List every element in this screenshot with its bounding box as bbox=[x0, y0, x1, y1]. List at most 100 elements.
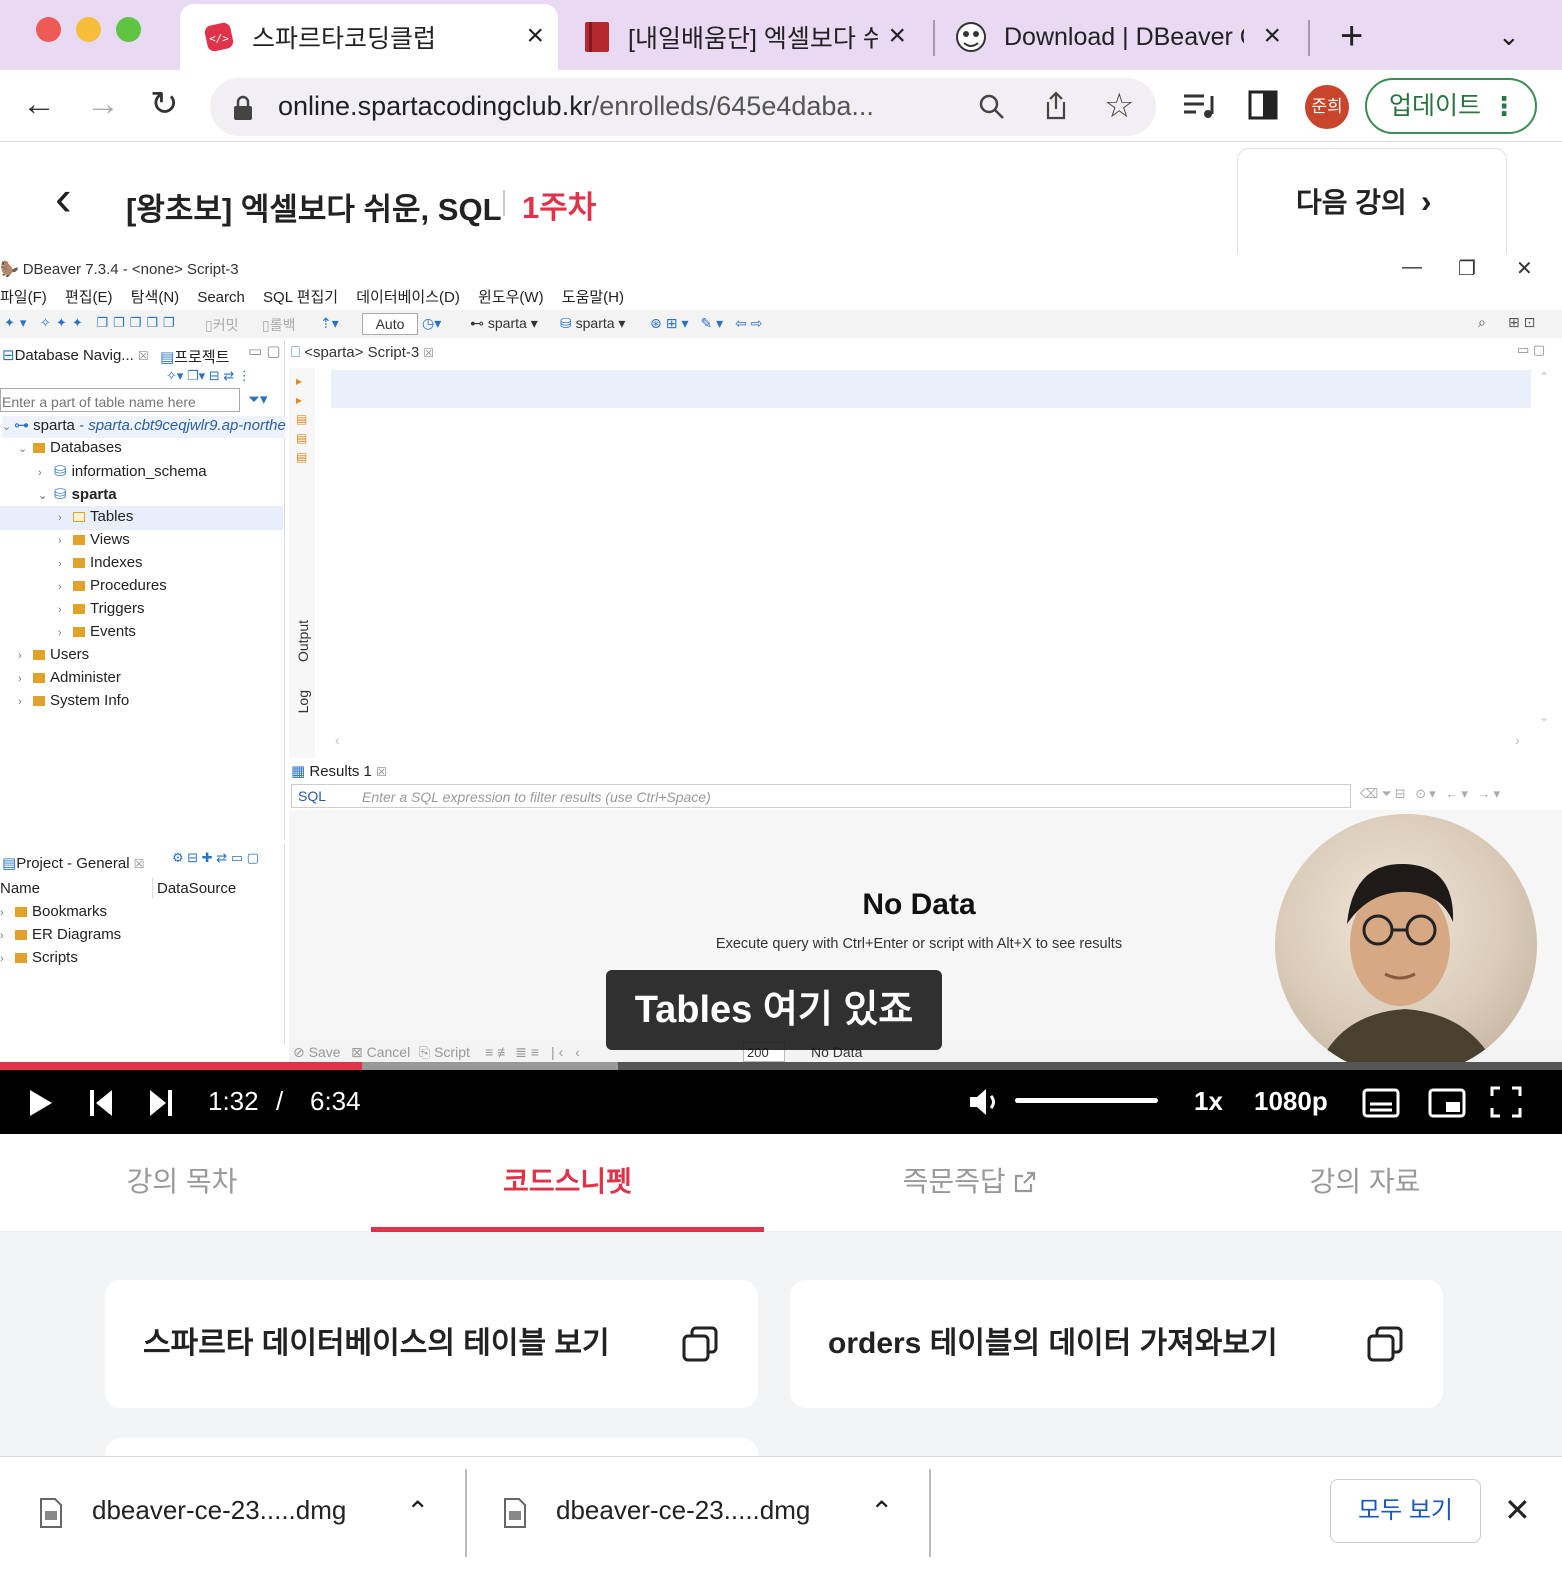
search-icon[interactable]: ⌕ bbox=[1478, 314, 1486, 331]
nav-toolbar-icons[interactable]: ✧▾ ❐▾ ⊟ ⇄ ⋮ bbox=[166, 368, 251, 384]
back-chevron-icon[interactable]: ‹ bbox=[55, 170, 72, 226]
close-icon[interactable]: ☒ bbox=[423, 346, 434, 360]
close-tab-icon[interactable]: × bbox=[888, 18, 906, 54]
share-icon[interactable] bbox=[1042, 90, 1070, 122]
menu-sql-editor[interactable]: SQL 편집기 bbox=[263, 289, 338, 306]
tab-results-1[interactable]: ▦ Results 1 ☒ bbox=[291, 762, 387, 780]
menu-search[interactable]: Search bbox=[197, 289, 245, 306]
close-icon[interactable]: ✕ bbox=[1516, 256, 1533, 281]
next-icon[interactable] bbox=[148, 1088, 174, 1118]
picture-in-picture-icon[interactable] bbox=[1428, 1088, 1466, 1118]
tree-users[interactable]: › Users bbox=[18, 646, 89, 668]
video-player[interactable]: 🦫 DBeaver 7.3.4 - <none> Script-3 — ❐ ✕ 파… bbox=[0, 254, 1562, 1134]
menu-help[interactable]: 도움말(H) bbox=[562, 289, 624, 306]
fullscreen-icon[interactable] bbox=[1490, 1086, 1522, 1118]
new-tab-icon[interactable]: + bbox=[1340, 14, 1363, 58]
menu-database[interactable]: 데이터베이스(D) bbox=[356, 289, 460, 306]
tree-administer[interactable]: › Administer bbox=[18, 669, 121, 691]
download-item[interactable]: dbeaver-ce-23.....dmg bbox=[556, 1495, 810, 1526]
bookmark-star-icon[interactable]: ☆ bbox=[1104, 86, 1134, 126]
search-icon[interactable] bbox=[978, 93, 1006, 121]
close-icon[interactable]: ✕ bbox=[1504, 1491, 1531, 1529]
chevron-up-icon[interactable]: ⌃ bbox=[406, 1495, 429, 1528]
tab-lecture-toc[interactable]: 강의 목차 bbox=[0, 1160, 364, 1200]
close-icon[interactable]: ☒ bbox=[134, 857, 145, 871]
side-panel-icon[interactable] bbox=[1248, 90, 1278, 120]
scroll-right-icon[interactable]: › bbox=[1515, 732, 1520, 748]
volume-slider[interactable] bbox=[1015, 1098, 1158, 1103]
snippet-card[interactable]: orders 테이블의 데이터 가져와보기 bbox=[790, 1280, 1443, 1408]
history-icon[interactable]: ◷▾ bbox=[422, 315, 441, 332]
volume-icon[interactable] bbox=[968, 1086, 1002, 1118]
menu-window[interactable]: 윈도우(W) bbox=[478, 289, 544, 306]
tree-db-sparta[interactable]: ⌄ ⛁ sparta bbox=[38, 485, 117, 507]
results-toolbar-icons[interactable]: ⌫⏷⊟ ⊙▾ ←▾ →▾ bbox=[1360, 786, 1503, 802]
more-vert-icon[interactable]: ⋮ bbox=[1491, 80, 1517, 132]
rollback-button[interactable]: ▯롤백 bbox=[262, 315, 295, 335]
minimize-icon[interactable]: — bbox=[1402, 256, 1422, 279]
maximize-window-icon[interactable] bbox=[116, 17, 141, 42]
toolbar-icons[interactable]: ✦▾ ✧✦✦ ❐❐❐❐❐ bbox=[4, 315, 180, 331]
tab-code-snippet[interactable]: 코드스니펫 bbox=[371, 1160, 764, 1200]
scroll-down-icon[interactable]: ⌄ bbox=[1539, 710, 1549, 724]
copy-icon[interactable] bbox=[1367, 1326, 1403, 1362]
tab-project[interactable]: ▤프로젝트 bbox=[160, 346, 229, 367]
reading-list-icon[interactable] bbox=[1182, 90, 1216, 122]
column-datasource[interactable]: DataSource bbox=[157, 880, 236, 897]
log-tab[interactable]: Log bbox=[295, 690, 311, 713]
table-filter-input[interactable] bbox=[0, 388, 240, 412]
toolbar-icons-right[interactable]: ⊛⊞▾ ✎▾ ⇦⇨ bbox=[650, 315, 767, 332]
tree-indexes[interactable]: › Indexes bbox=[58, 554, 143, 576]
output-tab[interactable]: Output bbox=[295, 620, 311, 662]
tab-database-navigator[interactable]: ⊟Database Navig... ☒ bbox=[2, 346, 149, 364]
previous-icon[interactable] bbox=[88, 1088, 114, 1118]
menu-navigate[interactable]: 탐색(N) bbox=[131, 289, 179, 306]
copy-icon[interactable] bbox=[682, 1326, 718, 1362]
transaction-icon[interactable]: ⇡▾ bbox=[320, 315, 339, 332]
execute-icons[interactable]: ▸ ▸ ▤ ▤ ▤ bbox=[296, 372, 307, 467]
schema-select[interactable]: ⛁ sparta ▾ bbox=[560, 315, 625, 332]
min-max-icon[interactable]: ▭ ▢ bbox=[1517, 342, 1545, 358]
tree-information-schema[interactable]: › ⛁ information_schema bbox=[38, 462, 207, 484]
avatar[interactable]: 준희 bbox=[1305, 85, 1349, 129]
save-button[interactable]: ⊘ Save bbox=[293, 1044, 341, 1061]
download-item[interactable]: dbeaver-ce-23.....dmg bbox=[92, 1495, 346, 1526]
video-progress-bar[interactable] bbox=[0, 1062, 1562, 1070]
show-all-downloads-button[interactable]: 모두 보기 bbox=[1330, 1479, 1481, 1543]
tab-search-chevron-icon[interactable]: ⌄ bbox=[1498, 18, 1520, 54]
commit-mode-select[interactable]: Auto bbox=[362, 313, 418, 335]
commit-button[interactable]: ▯커밋 bbox=[205, 315, 238, 335]
restore-icon[interactable]: ❐ bbox=[1458, 256, 1476, 281]
forward-arrow-icon[interactable]: → bbox=[86, 84, 120, 124]
tab-project-general[interactable]: ▤Project - General ☒ bbox=[2, 854, 145, 872]
menu-edit[interactable]: 편집(E) bbox=[65, 289, 113, 306]
snippet-card[interactable]: 스파르타 데이터베이스의 테이블 보기 bbox=[105, 1280, 758, 1408]
project-scripts[interactable]: › Scripts bbox=[0, 949, 78, 971]
reload-icon[interactable]: ↻ bbox=[150, 84, 179, 124]
update-button[interactable]: 업데이트 ⋮ bbox=[1365, 78, 1537, 134]
tree-connection-sparta[interactable]: ⌄ ⊶ sparta - sparta.cbt9ceqjwlr9.ap-north… bbox=[2, 416, 286, 438]
tree-triggers[interactable]: › Triggers bbox=[58, 600, 144, 622]
close-window-icon[interactable] bbox=[36, 17, 61, 42]
filter-icon[interactable]: ⏷▾ bbox=[248, 390, 268, 408]
tab-lecture-materials[interactable]: 강의 자료 bbox=[1180, 1160, 1550, 1200]
project-er-diagrams[interactable]: › ER Diagrams bbox=[0, 926, 121, 948]
tab-dbeaver[interactable]: Download | DBeaver C × bbox=[940, 4, 1295, 70]
address-bar[interactable]: online.spartacodingclub.kr/enrolleds/645… bbox=[210, 78, 1156, 136]
tab-naeil[interactable]: [내일배움단] 엑셀보다 쉬운 × bbox=[570, 4, 920, 70]
tree-system-info[interactable]: › System Info bbox=[18, 692, 129, 714]
tab-script-3[interactable]: ⎕ <sparta> Script-3 ☒ bbox=[291, 344, 434, 361]
next-lecture-button[interactable]: 다음 강의 › bbox=[1237, 148, 1507, 258]
results-filter-input[interactable]: SQL Enter a SQL expression to filter resu… bbox=[291, 784, 1351, 808]
scroll-up-icon[interactable]: ⌃ bbox=[1539, 370, 1549, 384]
project-bookmarks[interactable]: › Bookmarks bbox=[0, 903, 107, 925]
menu-file[interactable]: 파일(F) bbox=[0, 289, 47, 306]
status-icons[interactable]: ≡≢≣≡ |‹ ‹ bbox=[485, 1044, 584, 1061]
playback-speed[interactable]: 1x bbox=[1194, 1084, 1223, 1118]
perspective-icon[interactable]: ⊞ ⊡ bbox=[1508, 314, 1535, 331]
chevron-up-icon[interactable]: ⌃ bbox=[870, 1495, 893, 1528]
script-button[interactable]: ⎘ Script bbox=[419, 1044, 470, 1061]
project-toolbar-icons[interactable]: ⚙ ⊟ ✚ ⇄ ▭ ▢ bbox=[172, 850, 259, 866]
minimize-window-icon[interactable] bbox=[76, 17, 101, 42]
quality-setting[interactable]: 1080p bbox=[1254, 1084, 1328, 1118]
